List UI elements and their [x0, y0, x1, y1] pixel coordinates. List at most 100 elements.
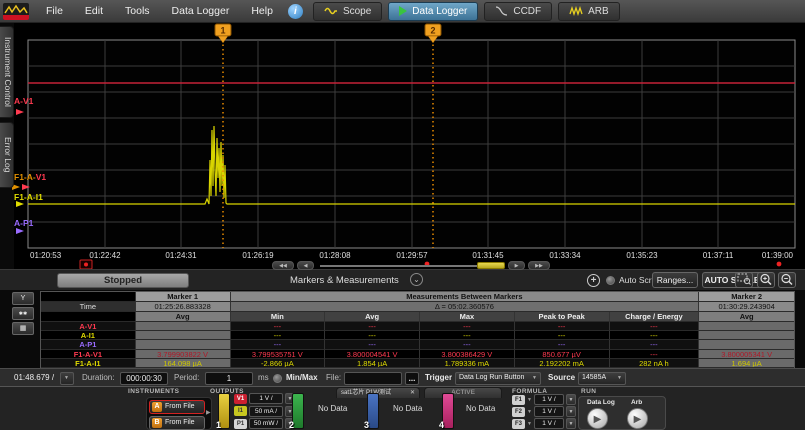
channel2-number: 2 [289, 420, 294, 430]
tab-ccdf[interactable]: CCDF [484, 2, 552, 21]
marker-y-tool-icon[interactable]: Y [12, 292, 34, 305]
elapsed-dropdown[interactable]: ▼ [60, 372, 74, 385]
col-charge-energy: Charge / Energy [610, 312, 700, 322]
zoom-in-icon [759, 273, 773, 286]
instruments-expand-icon[interactable]: ▶ [206, 409, 211, 416]
svg-text:01:22:42: 01:22:42 [89, 251, 121, 260]
channel4-number: 4 [439, 420, 444, 430]
auto-scroll-checkbox[interactable] [606, 276, 615, 285]
duration-label: Duration: [82, 373, 114, 382]
p1-scale-select[interactable]: 50 mW / [249, 418, 283, 429]
f2-scale-dropdown-icon[interactable]: ▼ [566, 406, 576, 417]
run-arb-play-button[interactable]: ▶ [627, 408, 648, 429]
f1-expand-icon[interactable]: ▼ [527, 397, 532, 403]
table-row-a-p1[interactable]: A-P1 --- --- --- --- --- [41, 340, 794, 349]
i1-badge: I1 [234, 406, 247, 416]
menu-data-logger[interactable]: Data Logger [161, 5, 241, 17]
table-row-a-v1[interactable]: A-V1 --- --- --- --- --- [41, 322, 794, 331]
add-marker-icon[interactable]: + [587, 274, 600, 287]
scroll-next-button[interactable]: ▶ [508, 261, 525, 270]
datalog-chart[interactable]: 1 2 A-V1 F1-A-V1 F1-A-I1 A-P1 01:20:53 0… [0, 22, 805, 269]
tab-scope[interactable]: Scope [313, 2, 382, 21]
minmax-label: Min/Max [286, 373, 318, 382]
grid-view-tool-icon[interactable]: ▦ [12, 322, 34, 335]
marker1-header[interactable]: Marker 1 [136, 292, 231, 302]
formula-f1-row: F1 ▼ 1 V / ▼ [512, 394, 576, 405]
table-row-a-i1[interactable]: A-I1 --- --- --- --- --- [41, 331, 794, 340]
tab-data-logger[interactable]: Data Logger [388, 2, 478, 21]
measurements-table: Marker 1 Measurements Between Markers Ma… [40, 291, 795, 369]
instruments-group: A From File B From File ▶ [146, 397, 212, 430]
f1-scale-dropdown-icon[interactable]: ▼ [566, 394, 576, 405]
file-label: File: [326, 373, 341, 382]
marker-pair-tool-icon[interactable]: ✱✱ [12, 307, 34, 320]
minmax-checkbox[interactable] [273, 374, 282, 383]
svg-text:1: 1 [220, 26, 225, 36]
instrument-a-from-file-button[interactable]: A From File [149, 400, 205, 414]
run-group: Data Log Arb ▶ ▶ [578, 396, 666, 430]
trace-label-a-p1[interactable]: A-P1 [14, 218, 34, 228]
source-select[interactable]: 14585A▼ [578, 372, 626, 385]
run-datalog-play-button[interactable]: ▶ [587, 408, 608, 429]
ccdf-curve-icon [495, 6, 508, 16]
f3-expand-icon[interactable]: ▼ [527, 421, 532, 427]
scrollbar-thumb[interactable] [477, 262, 505, 269]
f3-scale-select[interactable]: 1 V / [534, 418, 564, 429]
scroll-forward-button[interactable]: ▶▶ [528, 261, 550, 270]
zoom-out-button[interactable] [778, 272, 796, 288]
period-input[interactable]: 1 [205, 372, 253, 385]
app-logo-icon [3, 3, 29, 20]
table-row-f1-a-v1[interactable]: F1-A-V1 3.799903822 V 3.799535751 V 3.80… [41, 350, 794, 359]
svg-text:01:39:00: 01:39:00 [762, 251, 794, 260]
f2-expand-icon[interactable]: ▼ [527, 409, 532, 415]
trace-label-f1-a-i1[interactable]: F1-A-I1 [14, 192, 43, 202]
browse-file-button[interactable]: ... [405, 372, 419, 385]
trace-label-a-v1[interactable]: A-V1 [14, 96, 34, 106]
time-column-label: Time [41, 302, 136, 312]
marker2-header[interactable]: Marker 2 [699, 292, 794, 302]
marker1-time: 01:25:26.883328 [136, 302, 231, 312]
region-zoom-button[interactable] [735, 272, 753, 288]
svg-text:01:24:31: 01:24:31 [165, 251, 197, 260]
menu-file[interactable]: File [35, 5, 74, 17]
col-min: Min [231, 312, 326, 322]
measurement-tools: Y ✱✱ ▦ [12, 292, 36, 337]
menu-tools[interactable]: Tools [114, 5, 161, 17]
ranges-button[interactable]: Ranges... [652, 272, 698, 288]
f1-scale-select[interactable]: 1 V / [534, 394, 564, 405]
auto-scale-button[interactable]: AUTO SCALE [702, 272, 762, 288]
menu-edit[interactable]: Edit [74, 5, 114, 17]
active-tab[interactable]: ACTIVE [424, 387, 502, 398]
table-row-f1-a-i1[interactable]: F1-A-I1 164.098 µA -2.866 µA 1.854 µA 1.… [41, 359, 794, 368]
f3-scale-dropdown-icon[interactable]: ▼ [566, 418, 576, 429]
sidebar-tab-instrument-control[interactable]: Instrument Control [0, 26, 14, 118]
p1-badge: P1 [234, 419, 247, 429]
file-input[interactable] [344, 372, 402, 385]
zoom-in-button[interactable] [757, 272, 775, 288]
chart-toolbar: Stopped Markers & Measurements ⌄ + Auto … [0, 269, 805, 290]
tab-arb[interactable]: ARB [558, 2, 620, 21]
menu-help[interactable]: Help [240, 5, 284, 17]
markers-measurements-title: Markers & Measurements [290, 275, 399, 286]
stopped-status-button[interactable]: Stopped [57, 273, 189, 288]
trace-label-f1-a-v1[interactable]: F1-A-V1 [14, 172, 46, 182]
i1-scale-select[interactable]: 50 mA / [249, 406, 283, 417]
collapse-panel-icon[interactable]: ⌄ [410, 273, 423, 286]
trigger-select[interactable]: Data Log Run Button▼ [455, 372, 541, 385]
f2-scale-select[interactable]: 1 V / [534, 406, 564, 417]
f2-badge: F2 [512, 407, 525, 417]
close-tab-icon[interactable]: ✕ [410, 388, 415, 398]
instrument-b-from-file-button[interactable]: B From File [149, 416, 205, 430]
scroll-rewind-button[interactable]: ◀◀ [272, 261, 294, 270]
source-label: Source [548, 373, 575, 382]
elapsed-time-readout: 01:48.679 / [14, 373, 54, 382]
info-icon[interactable]: i [288, 4, 303, 19]
sidebar-tab-error-log[interactable]: Error Log [0, 122, 14, 188]
f3-badge: F3 [512, 419, 525, 429]
marker2-sub-header: Avg [699, 312, 794, 322]
duration-value[interactable]: 000:00:30 [120, 372, 168, 385]
scrollbar-track[interactable] [320, 265, 478, 267]
scroll-prev-button[interactable]: ◀ [297, 261, 314, 270]
col-avg: Avg [325, 312, 420, 322]
v1-scale-select[interactable]: 1 V / [249, 393, 283, 404]
